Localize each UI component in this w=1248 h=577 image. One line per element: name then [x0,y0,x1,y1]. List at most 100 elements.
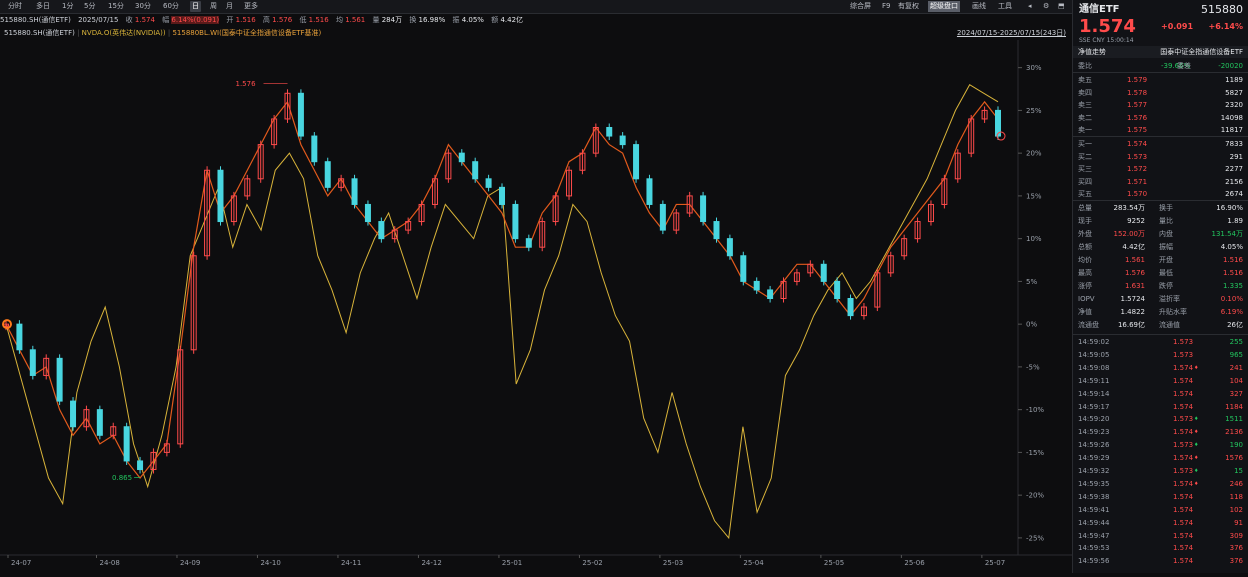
tick-volume: 104 [1229,376,1243,385]
tick-time: 14:59:35 [1078,479,1110,488]
legend-etf[interactable]: 515880.SH(通信ETF) [4,29,75,37]
panel-pct: +6.14% [1208,22,1243,31]
amplitude-value: 4.05% [461,16,484,24]
tick-price: 1.573 [1173,338,1194,346]
candle-body [16,323,23,351]
candle-body [458,152,465,163]
weibi-label: 委比 [1078,62,1092,70]
quote-line: 515880.SH(通信ETF) 2025/07/15 收 1.574 幅 6.… [0,14,1072,26]
candle-body [619,135,626,146]
candle-body [499,186,505,205]
date-range[interactable]: 2024/07/15-2025/07/15(243日) [957,27,1066,39]
period-5[interactable]: 30分 [133,1,153,12]
tool-0[interactable]: 综合屏 [848,1,873,12]
legend-benchmark[interactable]: 515880BL.WI(国泰中证全指通信设备ETF基准) [172,29,321,37]
tick-price: 1.573 [1173,467,1194,475]
bid-row[interactable]: 买四 1.571 2156 [1073,176,1248,188]
tick-price: 1.574 [1173,402,1194,411]
fund-name: 国泰中证全指通信设备ETF [1160,48,1243,56]
amplitude-label: 振 [452,16,460,24]
ask-row[interactable]: 卖二 1.576 14098 [1073,112,1248,124]
stat-value: 131.54万 [1211,230,1244,238]
y-tick-label: 25% [1026,107,1042,115]
period-4[interactable]: 15分 [106,1,126,12]
bid-price: 1.572 [1127,165,1148,173]
collapse-icon[interactable]: ⬒ [1056,1,1067,12]
tool-1[interactable]: F9 [880,1,892,12]
x-tick-label: 24-08 [99,559,119,567]
tick-volume: 327 [1229,389,1243,398]
candle-body [847,298,854,317]
x-tick-label: 24-07 [11,559,31,567]
low-value: 1.516 [308,16,329,24]
x-tick-label: 24-12 [421,559,441,567]
ask-label: 卖四 [1078,88,1092,97]
stat-label: 最高 [1078,269,1092,277]
bid-row[interactable]: 买五 1.570 2674 [1073,188,1248,200]
ask-row[interactable]: 卖五 1.579 1189 [1073,74,1248,86]
bid-row[interactable]: 买三 1.572 2277 [1073,163,1248,175]
stat-row: 总量 283.54万 换手 16.90% [1073,202,1248,214]
bid-volume: 291 [1229,152,1243,161]
tick-price: 1.574 [1173,376,1194,385]
stat-label: 换手 [1159,204,1173,212]
tick-time: 14:59:32 [1078,467,1110,475]
panel-name: 通信ETF [1079,4,1120,15]
tool-5[interactable]: 工具 [996,1,1014,12]
tool-3[interactable]: 超级盘口 [928,1,960,12]
stat-value: 16.90% [1216,204,1243,212]
tool-4[interactable]: 画线 [970,1,988,12]
period-3[interactable]: 5分 [82,1,97,12]
ask-volume: 14098 [1220,113,1243,122]
tick-price: 1.574 [1173,389,1194,398]
tick-row: 14:59:14 1.574 327 [1073,388,1248,400]
bid-label: 买一 [1078,140,1092,148]
close-label: 收 [125,16,133,24]
fund-trend-link[interactable]: 净值走势 [1078,46,1106,58]
panel-code: 515880 [1201,3,1243,16]
period-10[interactable]: 更多 [242,1,260,12]
comparison-chart[interactable]: 30% 25% 20% 15% 10% 5% 0% -5% -10% -15% -20% -25% 24… [0,40,1072,573]
period-2[interactable]: 1分 [60,1,75,12]
settings-icon[interactable]: ⚙ [1041,1,1051,12]
avg-value: 1.561 [345,16,366,24]
tick-price: 1.574 [1173,454,1194,463]
tick-time: 14:59:26 [1078,441,1110,450]
tool-2[interactable]: 有复权 [896,1,921,12]
tick-flag-icon: ♦ [1194,364,1199,371]
stat-value: 4.42亿 [1122,243,1145,251]
stat-label: 内盘 [1159,230,1173,238]
candle-body [137,460,144,471]
stat-label: 总额 [1078,243,1092,251]
period-8[interactable]: 周 [208,1,219,12]
bid-row[interactable]: 买一 1.574 7833 [1073,138,1248,150]
period-6[interactable]: 60分 [161,1,181,12]
ask-row[interactable]: 卖一 1.575 11817 [1073,124,1248,136]
tick-price: 1.574 [1173,492,1194,501]
quote-code: 515880.SH(通信ETF) [0,16,71,24]
candle-body [659,203,666,231]
tick-volume: 1576 [1225,454,1243,463]
ask-row[interactable]: 卖三 1.577 2320 [1073,99,1248,111]
period-0[interactable]: 分时 [6,1,24,12]
bid-row[interactable]: 买二 1.573 291 [1073,151,1248,163]
legend-nvda[interactable]: NVDA.O(英伟达(NVIDIA)) [82,29,166,37]
chart-svg[interactable]: 30% 25% 20% 15% 10% 5% 0% -5% -10% -15% -20% -25% 24… [0,40,1072,573]
bid-label: 买三 [1078,165,1092,173]
tick-volume: 246 [1229,479,1243,488]
volume-label: 量 [372,16,380,24]
period-9[interactable]: 月 [224,1,235,12]
stat-label: 跌停 [1159,282,1173,290]
benchmark-line [5,100,999,480]
bid-label: 买四 [1078,177,1092,186]
tick-row: 14:59:05 1.573 965 [1073,349,1248,361]
stat-label: 振幅 [1159,243,1173,251]
stat-value: 283.54万 [1113,204,1146,212]
tick-row: 14:59:11 1.574 104 [1073,375,1248,387]
period-7[interactable]: 日 [190,1,201,12]
hide-panel-icon[interactable]: ◂ [1026,1,1034,12]
y-tick-label: -5% [1026,363,1040,371]
period-1[interactable]: 多日 [34,1,52,12]
ask-row[interactable]: 卖四 1.578 5827 [1073,87,1248,99]
low-label: 低 [299,16,307,24]
